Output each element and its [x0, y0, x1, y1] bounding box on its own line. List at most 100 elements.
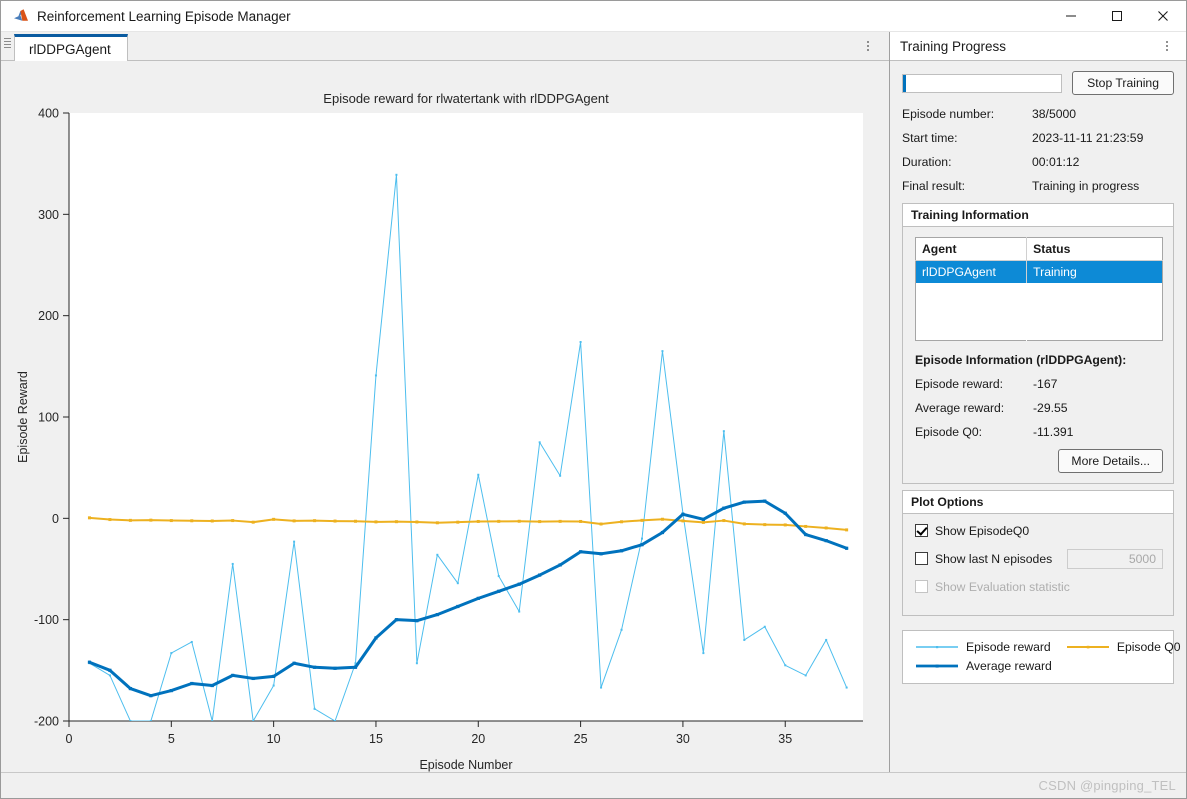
- matlab-icon: [13, 8, 29, 24]
- y-axis-label: Episode Reward: [16, 371, 30, 463]
- field-label: Episode number:: [902, 107, 995, 121]
- progress-fill: [903, 74, 906, 92]
- column-header-agent: Agent: [915, 237, 1028, 261]
- legend-label: Average reward: [966, 658, 1052, 673]
- episode-reward-chart[interactable]: Episode reward for rlwatertank with rlDD…: [1, 61, 889, 772]
- episode-information-title: Episode Information (rlDDPGAgent):: [915, 352, 1127, 367]
- svg-text:15: 15: [369, 732, 383, 746]
- table-row[interactable]: rlDDPGAgent Training: [915, 260, 1163, 283]
- x-axis-label: Episode Number: [419, 758, 512, 772]
- tab-bar: rlDDPGAgent: [1, 32, 889, 61]
- tab-rlddpgagent[interactable]: rlDDPGAgent: [14, 34, 128, 61]
- option-label: Show last N episodes: [935, 551, 1053, 566]
- window-controls: [1048, 1, 1186, 32]
- episode-q0-row: Episode Q0: -11.391: [915, 425, 1163, 439]
- option-show-episodeq0[interactable]: Show EpisodeQ0: [915, 524, 1163, 538]
- field-value: -29.55: [1033, 400, 1068, 415]
- legend-swatch-episode-q0: [1066, 645, 1109, 648]
- svg-text:35: 35: [778, 732, 792, 746]
- table-row-empty: [916, 302, 1163, 321]
- tab-overflow-menu-icon[interactable]: [859, 36, 877, 56]
- more-details-row: More Details...: [915, 448, 1163, 473]
- svg-text:0: 0: [52, 512, 59, 526]
- close-button[interactable]: [1140, 1, 1186, 32]
- legend-item-episode-q0: Episode Q0: [1066, 640, 1181, 654]
- watermark-text: CSDN @pingping_TEL: [1038, 778, 1176, 793]
- field-final-result: Final result: Training in progress: [902, 179, 1174, 193]
- field-label: Duration:: [902, 155, 952, 169]
- field-label: Episode reward:: [915, 376, 1004, 391]
- chart-legend: Episode reward Episode Q0 Average reward: [902, 629, 1181, 684]
- drag-handle-icon[interactable]: [1, 31, 14, 60]
- training-information-group: Training Information Agent Status rlDDPG…: [902, 203, 1174, 484]
- table-header-row: Agent Status: [915, 237, 1163, 261]
- agent-status-table[interactable]: Agent Status rlDDPGAgent Training: [915, 237, 1163, 341]
- svg-text:10: 10: [267, 732, 281, 746]
- svg-text:25: 25: [574, 732, 588, 746]
- last-n-episodes-input[interactable]: [1067, 548, 1163, 569]
- checkbox-show-episodeq0-icon[interactable]: [915, 524, 928, 537]
- legend-swatch-episode-reward: [916, 645, 958, 648]
- more-details-button[interactable]: More Details...: [1058, 448, 1163, 473]
- svg-text:5: 5: [168, 732, 175, 746]
- field-value: 2023-11-11 21:23:59: [1032, 131, 1144, 145]
- checkbox-show-last-n-icon[interactable]: [915, 552, 928, 565]
- option-label: Show EpisodeQ0: [935, 523, 1030, 538]
- legend-label: Episode reward: [966, 639, 1051, 654]
- plot-options-group: Plot Options Show EpisodeQ0 Show last N …: [902, 489, 1174, 616]
- table-row-empty: [916, 321, 1163, 340]
- field-value: 00:01:12: [1032, 155, 1080, 169]
- svg-text:400: 400: [38, 107, 59, 121]
- column-header-status: Status: [1026, 237, 1163, 261]
- minimize-button[interactable]: [1048, 1, 1094, 32]
- training-information-body: Agent Status rlDDPGAgent Training Episod…: [903, 227, 1173, 483]
- maximize-button[interactable]: [1094, 1, 1140, 32]
- svg-text:-200: -200: [34, 715, 59, 729]
- legend-item-average-reward: Average reward: [915, 659, 1052, 673]
- field-value: 38/5000: [1032, 107, 1077, 121]
- progress-row: Stop Training: [902, 71, 1174, 95]
- training-progress-bar: [902, 73, 1063, 93]
- field-episode-number: Episode number: 38/5000: [902, 107, 1174, 121]
- field-start-time: Start time: 2023-11-11 21:23:59: [902, 131, 1174, 145]
- training-progress-content: Stop Training Episode number: 38/5000 St…: [890, 61, 1186, 772]
- field-value: -11.391: [1033, 424, 1074, 439]
- plot-options-body: Show EpisodeQ0 Show last N episodes Show…: [903, 514, 1173, 615]
- field-duration: Duration: 00:01:12: [902, 155, 1174, 169]
- svg-text:20: 20: [471, 732, 485, 746]
- option-label: Show Evaluation statistic: [935, 579, 1070, 594]
- training-progress-title: Training Progress: [900, 38, 1007, 54]
- option-show-last-n-episodes[interactable]: Show last N episodes: [915, 548, 1163, 569]
- average-reward-row: Average reward: -29.55: [915, 401, 1163, 415]
- field-value: Training in progress: [1032, 179, 1140, 193]
- svg-text:300: 300: [38, 208, 59, 222]
- panel-overflow-menu-icon[interactable]: [1158, 36, 1176, 56]
- window-title: Reinforcement Learning Episode Manager: [37, 8, 291, 24]
- svg-text:30: 30: [676, 732, 690, 746]
- field-label: Episode Q0:: [915, 424, 983, 439]
- plot-options-title: Plot Options: [903, 490, 1173, 514]
- title-bar: Reinforcement Learning Episode Manager: [1, 1, 1186, 32]
- field-label: Average reward:: [915, 400, 1005, 415]
- chart-title: Episode reward for rlwatertank with rlDD…: [323, 91, 609, 106]
- field-label: Start time:: [902, 131, 958, 145]
- cell-status: Training: [1026, 260, 1163, 283]
- app-window: Reinforcement Learning Episode Manager r…: [0, 0, 1187, 799]
- table-row-empty: [916, 283, 1163, 302]
- status-bar: CSDN @pingping_TEL: [1, 772, 1186, 798]
- stop-training-button[interactable]: Stop Training: [1072, 71, 1174, 95]
- legend-grid: Episode reward Episode Q0 Average reward: [915, 639, 1181, 673]
- tab-label: rlDDPGAgent: [29, 41, 111, 57]
- option-show-evaluation-statistic: Show Evaluation statistic: [915, 580, 1163, 594]
- checkbox-show-evaluation-icon: [915, 580, 928, 593]
- svg-text:0: 0: [66, 732, 73, 746]
- svg-text:-100: -100: [34, 613, 59, 627]
- svg-text:200: 200: [38, 309, 59, 323]
- legend-label: Episode Q0: [1116, 639, 1181, 654]
- training-progress-pane: Training Progress Stop Training Episode …: [890, 32, 1186, 772]
- legend-swatch-average-reward: [916, 664, 958, 668]
- main-body: rlDDPGAgent Episode reward for rlwaterta…: [1, 32, 1186, 772]
- episode-reward-row: Episode reward: -167: [915, 377, 1163, 391]
- plot-area: Episode reward for rlwatertank with rlDD…: [1, 61, 889, 772]
- training-progress-header: Training Progress: [890, 32, 1186, 61]
